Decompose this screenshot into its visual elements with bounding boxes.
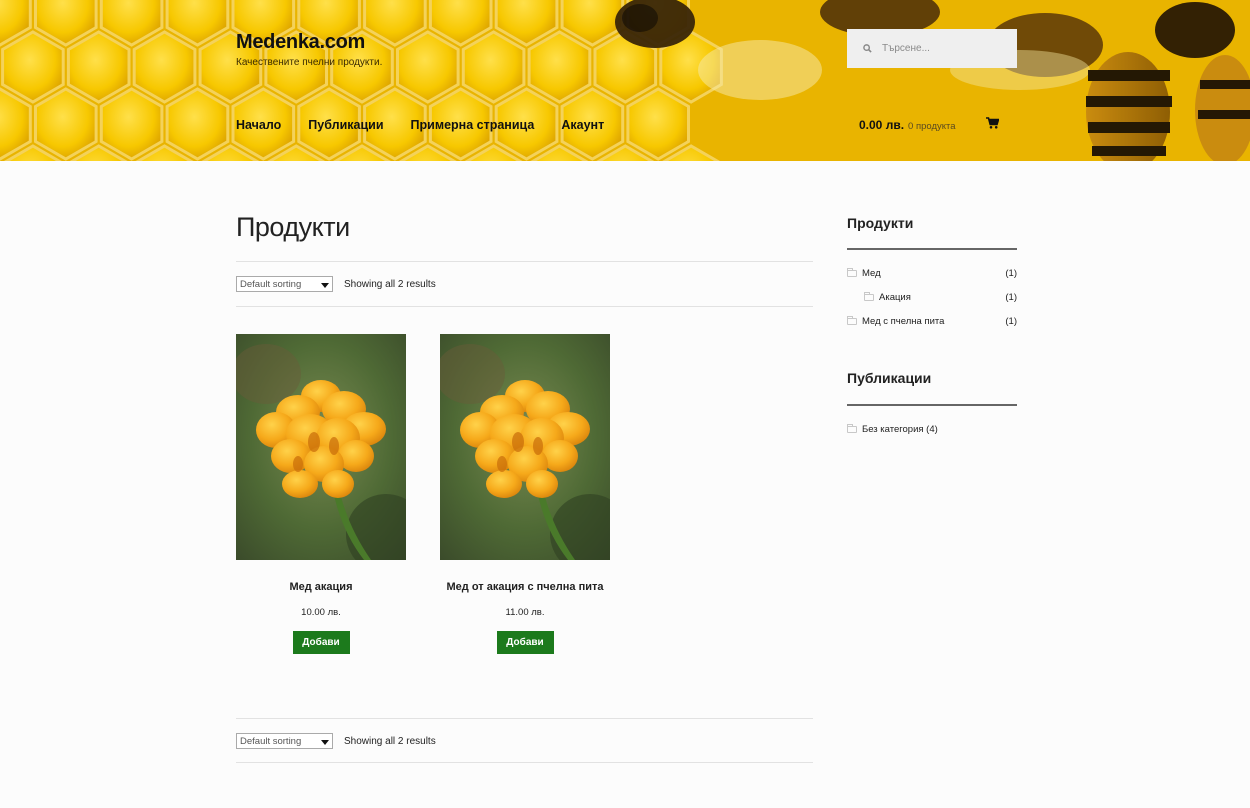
widget-rule (847, 248, 1017, 250)
widget-title-posts: Публикации (847, 370, 932, 386)
page-title: Продукти (236, 212, 350, 242)
folder-icon (847, 316, 857, 325)
search-icon (863, 44, 872, 53)
nav-item-sample-page[interactable]: Примерна страница (411, 118, 535, 132)
header-cart[interactable]: 0.00 лв. 0 продукта (859, 118, 956, 132)
product-price: 11.00 лв. (505, 607, 545, 618)
category-item: Акация (1) (847, 292, 1017, 303)
sort-select-value: Default sorting (240, 278, 302, 290)
nav-item-posts[interactable]: Публикации (308, 118, 383, 132)
sort-select-value: Default sorting (240, 735, 302, 747)
add-to-cart-button[interactable]: Добави (496, 631, 554, 654)
divider (236, 718, 813, 719)
product-image[interactable] (236, 334, 406, 560)
category-link[interactable]: Мед с пчелна пита (862, 316, 944, 327)
result-count: Showing all 2 results (344, 735, 436, 747)
result-count: Showing all 2 results (344, 278, 436, 290)
cart-count: 0 продукта (908, 121, 956, 132)
site-header: Medenka.com Качествените пчелни продукти… (0, 0, 1250, 161)
product-image[interactable] (440, 334, 610, 560)
category-count: (1) (1005, 316, 1017, 327)
shopping-cart-icon[interactable] (986, 117, 999, 129)
category-count: (1) (1005, 292, 1017, 303)
nav-item-home[interactable]: Начало (236, 118, 281, 132)
divider (236, 762, 813, 763)
folder-icon (864, 292, 874, 301)
folder-icon (847, 424, 857, 433)
search-input[interactable] (882, 43, 1002, 54)
nav-item-account[interactable]: Акаунт (561, 118, 604, 132)
search-box (847, 29, 1017, 68)
product-price: 10.00 лв. (301, 607, 341, 618)
site-title[interactable]: Medenka.com (236, 31, 365, 54)
widget-title-products: Продукти (847, 215, 914, 231)
chevron-down-icon (321, 283, 329, 288)
category-item: Мед с пчелна пита (1) (847, 316, 1017, 327)
post-category-item: Без категория (4) (847, 424, 1017, 435)
sort-select[interactable]: Default sorting (236, 276, 333, 292)
site-tagline: Качествените пчелни продукти. (236, 57, 383, 68)
honeycomb-bee-banner (0, 0, 1250, 161)
product-card: Мед от акация с пчелна пита 11.00 лв. До… (440, 334, 610, 654)
cart-amount: 0.00 лв. (859, 118, 905, 132)
divider (236, 306, 813, 307)
product-card: Мед акация 10.00 лв. Добави (236, 334, 406, 654)
chevron-down-icon (321, 740, 329, 745)
add-to-cart-button[interactable]: Добави (292, 631, 350, 654)
folder-icon (847, 268, 857, 277)
divider (236, 261, 813, 262)
sorting-bar-bottom: Default sorting Showing all 2 results (236, 733, 436, 749)
category-item: Мед (1) (847, 268, 1017, 279)
sort-select[interactable]: Default sorting (236, 733, 333, 749)
category-count: (1) (1005, 268, 1017, 279)
widget-rule (847, 404, 1017, 406)
category-link[interactable]: Акация (879, 292, 911, 303)
sorting-bar-top: Default sorting Showing all 2 results (236, 276, 436, 292)
main-nav: Начало Публикации Примерна страница Акау… (236, 118, 631, 132)
product-name[interactable]: Мед акация (236, 581, 406, 593)
post-category-link[interactable]: Без категория (4) (862, 424, 938, 435)
product-name[interactable]: Мед от акация с пчелна пита (440, 581, 610, 593)
category-link[interactable]: Мед (862, 268, 881, 279)
